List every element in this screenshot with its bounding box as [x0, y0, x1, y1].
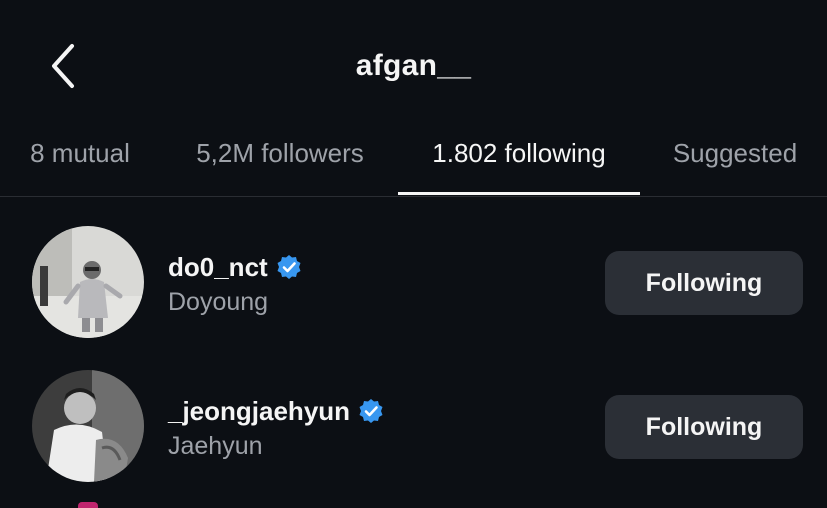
username: do0_nct	[168, 251, 268, 282]
following-screen: afgan__ 8 mutual 5,2M followers 1.802 fo…	[0, 0, 827, 508]
page-title: afgan__	[355, 49, 472, 82]
username-link[interactable]: _jeongjaehyun	[168, 395, 384, 427]
tab-followers[interactable]: 5,2M followers	[180, 138, 380, 169]
active-tab-indicator	[398, 192, 640, 195]
profile-photo	[32, 226, 144, 338]
verified-badge-icon	[358, 398, 384, 424]
username-link[interactable]: do0_nct	[168, 251, 302, 283]
following-button[interactable]: Following	[605, 251, 803, 315]
display-name: Jaehyun	[168, 432, 263, 460]
profile-photo	[32, 370, 144, 482]
list-item: _jeongjaehyun Jaehyun Following	[0, 362, 827, 492]
verified-badge-icon	[276, 254, 302, 280]
avatar[interactable]	[32, 370, 144, 482]
display-name: Doyoung	[168, 288, 269, 316]
tab-following[interactable]: 1.802 following	[398, 138, 640, 169]
tab-bar: 8 mutual 5,2M followers 1.802 following …	[0, 130, 827, 197]
following-button[interactable]: Following	[605, 395, 803, 459]
avatar[interactable]	[32, 226, 144, 338]
header: afgan__	[0, 0, 827, 130]
next-avatar-peek	[78, 502, 98, 508]
list-item: do0_nct Doyoung Following	[0, 218, 827, 348]
username: _jeongjaehyun	[168, 395, 351, 426]
tab-suggested[interactable]: Suggested	[660, 138, 810, 169]
tab-mutual[interactable]: 8 mutual	[0, 138, 160, 169]
